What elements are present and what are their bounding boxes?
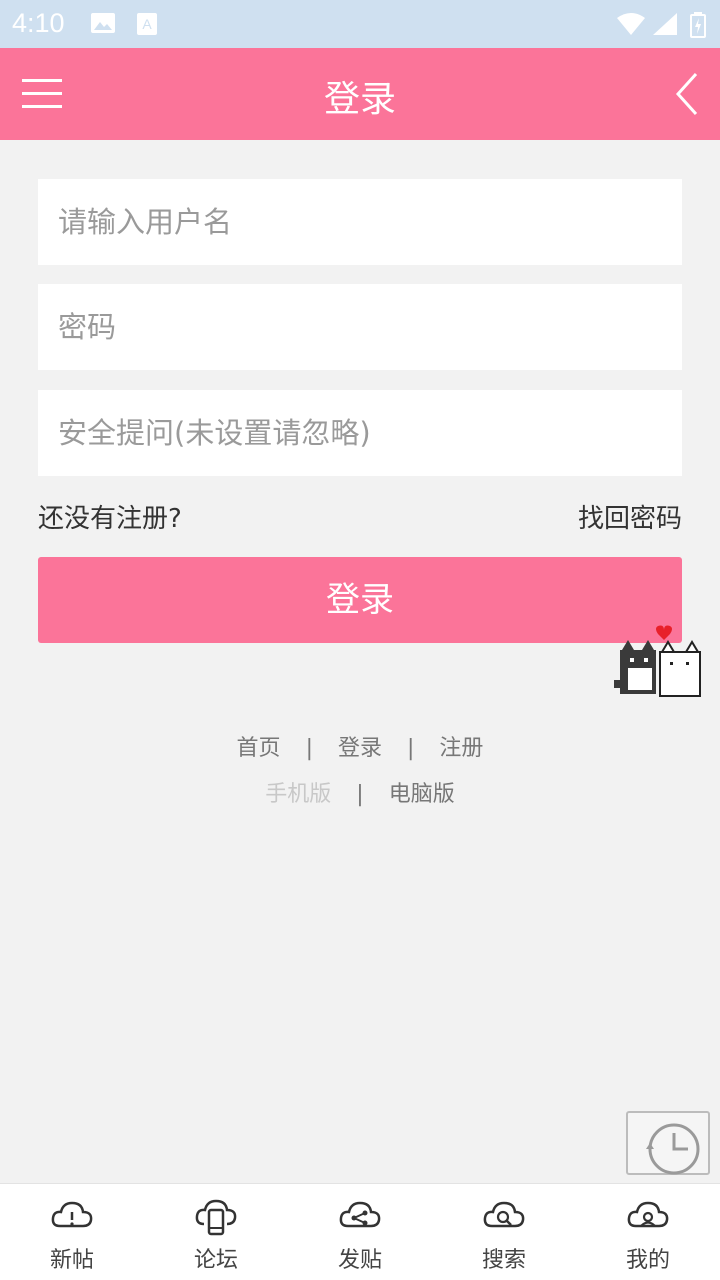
cloud-search-icon (483, 1201, 525, 1228)
app-header: 登录 (0, 48, 720, 140)
pixel-cats-icon (614, 625, 701, 697)
footer-register-link[interactable]: 注册 (439, 730, 483, 762)
cloud-user-icon (627, 1201, 669, 1228)
footer-home-link[interactable]: 首页 (237, 730, 281, 762)
tab-post[interactable]: 发贴 (288, 1184, 432, 1280)
svg-text:A: A (142, 16, 152, 32)
text-notification-icon: A (137, 13, 157, 35)
footer-desktop-link[interactable]: 电脑版 (389, 776, 455, 808)
tab-forum[interactable]: 论坛 (144, 1184, 288, 1280)
tab-label: 搜索 (481, 1248, 526, 1273)
tab-label: 论坛 (193, 1248, 238, 1273)
cellular-signal-icon (653, 13, 677, 35)
forgot-password-link[interactable]: 找回密码 (578, 498, 682, 535)
footer-separator: | (407, 736, 415, 761)
tab-mine[interactable]: 我的 (576, 1184, 720, 1280)
security-question-input[interactable] (38, 390, 682, 476)
chevron-left-icon[interactable] (670, 70, 704, 118)
bottom-tab-bar: 新帖 论坛 发贴 搜索 我的 (0, 1183, 720, 1280)
history-button[interactable] (626, 1111, 710, 1175)
tab-label: 新帖 (49, 1248, 94, 1273)
wifi-icon (617, 13, 645, 35)
footer-links-row1: 首页 | 登录 | 注册 (0, 730, 720, 762)
tab-search[interactable]: 搜索 (432, 1184, 576, 1280)
footer-mobile-link[interactable]: 手机版 (265, 776, 331, 808)
footer-login-link[interactable]: 登录 (338, 730, 382, 762)
footer-links-row2: 手机版 | 电脑版 (0, 776, 720, 808)
battery-icon (690, 12, 706, 38)
history-clock-icon (646, 1123, 700, 1175)
page-title: 登录 (323, 79, 396, 120)
cloud-share-icon (339, 1201, 381, 1228)
password-input[interactable] (38, 284, 682, 370)
status-time: 4:10 (12, 8, 65, 38)
password-field-container (38, 284, 682, 370)
security-question-container (38, 390, 682, 476)
tab-label: 发贴 (337, 1248, 382, 1273)
cloud-phone-icon (195, 1199, 237, 1236)
register-link[interactable]: 还没有注册? (38, 498, 182, 535)
footer-separator: | (356, 782, 364, 807)
username-input[interactable] (38, 179, 682, 265)
tab-label: 我的 (625, 1248, 670, 1273)
image-notification-icon (91, 13, 115, 33)
login-button[interactable]: 登录 (38, 557, 682, 643)
footer-separator: | (305, 736, 313, 761)
cloud-alert-icon (51, 1201, 93, 1228)
status-bar: 4:10 A (0, 0, 720, 48)
username-field-container (38, 179, 682, 265)
tab-new-posts[interactable]: 新帖 (0, 1184, 144, 1280)
